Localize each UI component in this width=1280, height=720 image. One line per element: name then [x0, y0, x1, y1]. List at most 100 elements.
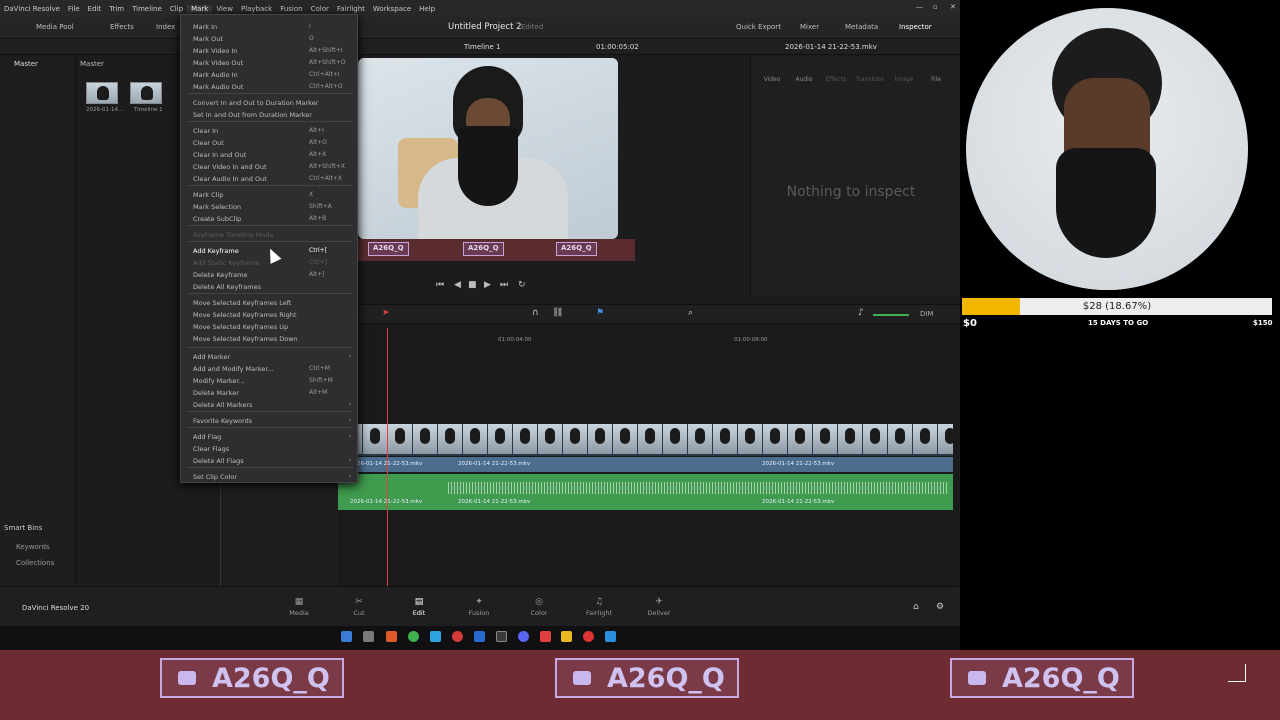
- menu-item[interactable]: Mark Audio In: [193, 71, 238, 79]
- menu-item[interactable]: Mark Selection: [193, 203, 241, 211]
- menu-item[interactable]: Mark Out: [193, 35, 223, 43]
- marker-icon[interactable]: ⚑: [596, 308, 604, 318]
- menu-help[interactable]: Help: [415, 5, 439, 13]
- zoom-icon[interactable]: ⌕: [688, 308, 693, 318]
- link-icon[interactable]: ⛓: [552, 308, 563, 318]
- chrome-icon[interactable]: [408, 631, 419, 642]
- effects-button[interactable]: Effects: [110, 23, 134, 31]
- menu-item[interactable]: Move Selected Keyframes Up: [193, 323, 288, 331]
- metadata-button[interactable]: Metadata: [845, 23, 878, 31]
- home-icon[interactable]: ⌂: [913, 602, 919, 612]
- inspector-button[interactable]: Inspector: [899, 23, 932, 31]
- menu-file[interactable]: File: [64, 5, 84, 13]
- menu-view[interactable]: View: [212, 5, 237, 13]
- menu-item[interactable]: Create SubClip: [193, 215, 241, 223]
- menu-item[interactable]: Add and Modify Marker...: [193, 365, 274, 373]
- windows-icon[interactable]: [605, 631, 616, 642]
- playhead[interactable]: [387, 328, 388, 586]
- timeline-name[interactable]: Timeline 1: [464, 43, 500, 51]
- quick-export-button[interactable]: Quick Export: [736, 23, 781, 31]
- tab-transition[interactable]: Transition: [855, 76, 885, 83]
- page-fairlight[interactable]: ♫ Fairlight: [579, 597, 619, 617]
- menu-fairlight[interactable]: Fairlight: [333, 5, 369, 13]
- index-button[interactable]: Index: [156, 23, 175, 31]
- app-menu[interactable]: DaVinci Resolve: [0, 5, 64, 13]
- menu-item[interactable]: Set In and Out from Duration Marker: [193, 111, 312, 119]
- mixer-button[interactable]: Mixer: [800, 23, 819, 31]
- menu-item[interactable]: Set Clip Color: [193, 473, 237, 481]
- gear-icon[interactable]: ⚙: [936, 602, 944, 612]
- menu-item[interactable]: Move Selected Keyframes Left: [193, 299, 291, 307]
- menu-item[interactable]: Clear In and Out: [193, 151, 246, 159]
- taskbar-icon[interactable]: [363, 631, 374, 642]
- tab-video[interactable]: Video: [757, 76, 787, 83]
- bin-master[interactable]: Master: [14, 60, 38, 68]
- menu-item[interactable]: Move Selected Keyframes Down: [193, 335, 298, 343]
- audio-clip[interactable]: 2026-01-14 21-22-53.mkv 2026-01-14 21-22…: [338, 474, 953, 510]
- menu-item[interactable]: Move Selected Keyframes Right: [193, 311, 296, 319]
- page-fusion[interactable]: ✦ Fusion: [459, 597, 499, 617]
- selection-tool-icon[interactable]: ➤: [382, 308, 390, 318]
- menu-item[interactable]: Convert In and Out to Duration Marker: [193, 99, 318, 107]
- menu-fusion[interactable]: Fusion: [276, 5, 306, 13]
- menu-item[interactable]: Modify Marker...: [193, 377, 245, 385]
- tab-image[interactable]: Image: [889, 76, 919, 83]
- menu-item[interactable]: Delete Marker: [193, 389, 239, 397]
- resolve-taskbar-icon[interactable]: [496, 631, 507, 642]
- tab-file[interactable]: File: [921, 76, 951, 83]
- menu-trim[interactable]: Trim: [105, 5, 128, 13]
- loop-icon[interactable]: ↻: [518, 280, 526, 290]
- menu-item[interactable]: Delete All Flags: [193, 457, 244, 465]
- menu-item[interactable]: Mark Video In: [193, 47, 237, 55]
- snapping-icon[interactable]: ∩: [532, 308, 539, 318]
- timeline-thumbnail[interactable]: [130, 82, 162, 104]
- menu-workspace[interactable]: Workspace: [369, 5, 415, 13]
- volume-icon[interactable]: ♪: [858, 308, 864, 318]
- menu-item[interactable]: Mark Audio Out: [193, 83, 243, 91]
- taskbar-icon[interactable]: [583, 631, 594, 642]
- menu-item[interactable]: Add Flag: [193, 433, 221, 441]
- media-pool-button[interactable]: Media Pool: [36, 23, 74, 31]
- play-reverse-icon[interactable]: ◀: [454, 280, 461, 290]
- menu-clip[interactable]: Clip: [166, 5, 187, 13]
- maximize-icon[interactable]: ▫: [929, 3, 942, 11]
- taskbar-icon[interactable]: [341, 631, 352, 642]
- page-media[interactable]: ▦ Media: [279, 597, 319, 617]
- discord-icon[interactable]: [518, 631, 529, 642]
- taskbar-icon[interactable]: [540, 631, 551, 642]
- taskbar-icon[interactable]: [474, 631, 485, 642]
- page-edit[interactable]: ▤ Edit: [399, 597, 439, 617]
- menu-item[interactable]: Clear In: [193, 127, 218, 135]
- close-icon[interactable]: ✕: [946, 3, 960, 11]
- menu-timeline[interactable]: Timeline: [128, 5, 166, 13]
- menu-item[interactable]: Favorite Keywords: [193, 417, 252, 425]
- video-track[interactable]: [338, 424, 953, 456]
- stop-icon[interactable]: ■: [468, 280, 477, 290]
- minimize-icon[interactable]: —: [912, 3, 927, 11]
- skip-start-icon[interactable]: ⏮: [436, 280, 444, 290]
- menu-item[interactable]: Mark In: [193, 23, 217, 31]
- keywords-bin[interactable]: Keywords: [16, 543, 50, 551]
- folder-icon[interactable]: [561, 631, 572, 642]
- menu-item[interactable]: Delete All Keyframes: [193, 283, 261, 291]
- taskbar-icon[interactable]: [386, 631, 397, 642]
- menu-item[interactable]: Mark Clip: [193, 191, 223, 199]
- volume-slider[interactable]: [873, 314, 909, 316]
- menu-item[interactable]: Clear Out: [193, 139, 224, 147]
- taskbar-icon[interactable]: [452, 631, 463, 642]
- page-cut[interactable]: ✂ Cut: [339, 597, 379, 617]
- menu-edit[interactable]: Edit: [84, 5, 106, 13]
- menu-mark[interactable]: Mark: [187, 4, 213, 13]
- menu-item[interactable]: Clear Video In and Out: [193, 163, 267, 171]
- telegram-icon[interactable]: [430, 631, 441, 642]
- menu-item[interactable]: Add Keyframe: [193, 247, 239, 255]
- menu-playback[interactable]: Playback: [237, 5, 276, 13]
- menu-item[interactable]: Add Marker: [193, 353, 230, 361]
- clip-thumbnail[interactable]: [86, 82, 118, 104]
- page-color[interactable]: ◎ Color: [519, 597, 559, 617]
- video-clip[interactable]: 2026-01-14 21-22-53.mkv 2026-01-14 21-22…: [338, 457, 953, 472]
- collections-bin[interactable]: Collections: [16, 559, 54, 567]
- skip-end-icon[interactable]: ⏭: [500, 280, 508, 290]
- page-deliver[interactable]: ✈ Deliver: [639, 597, 679, 617]
- dim-button[interactable]: DIM: [920, 310, 934, 318]
